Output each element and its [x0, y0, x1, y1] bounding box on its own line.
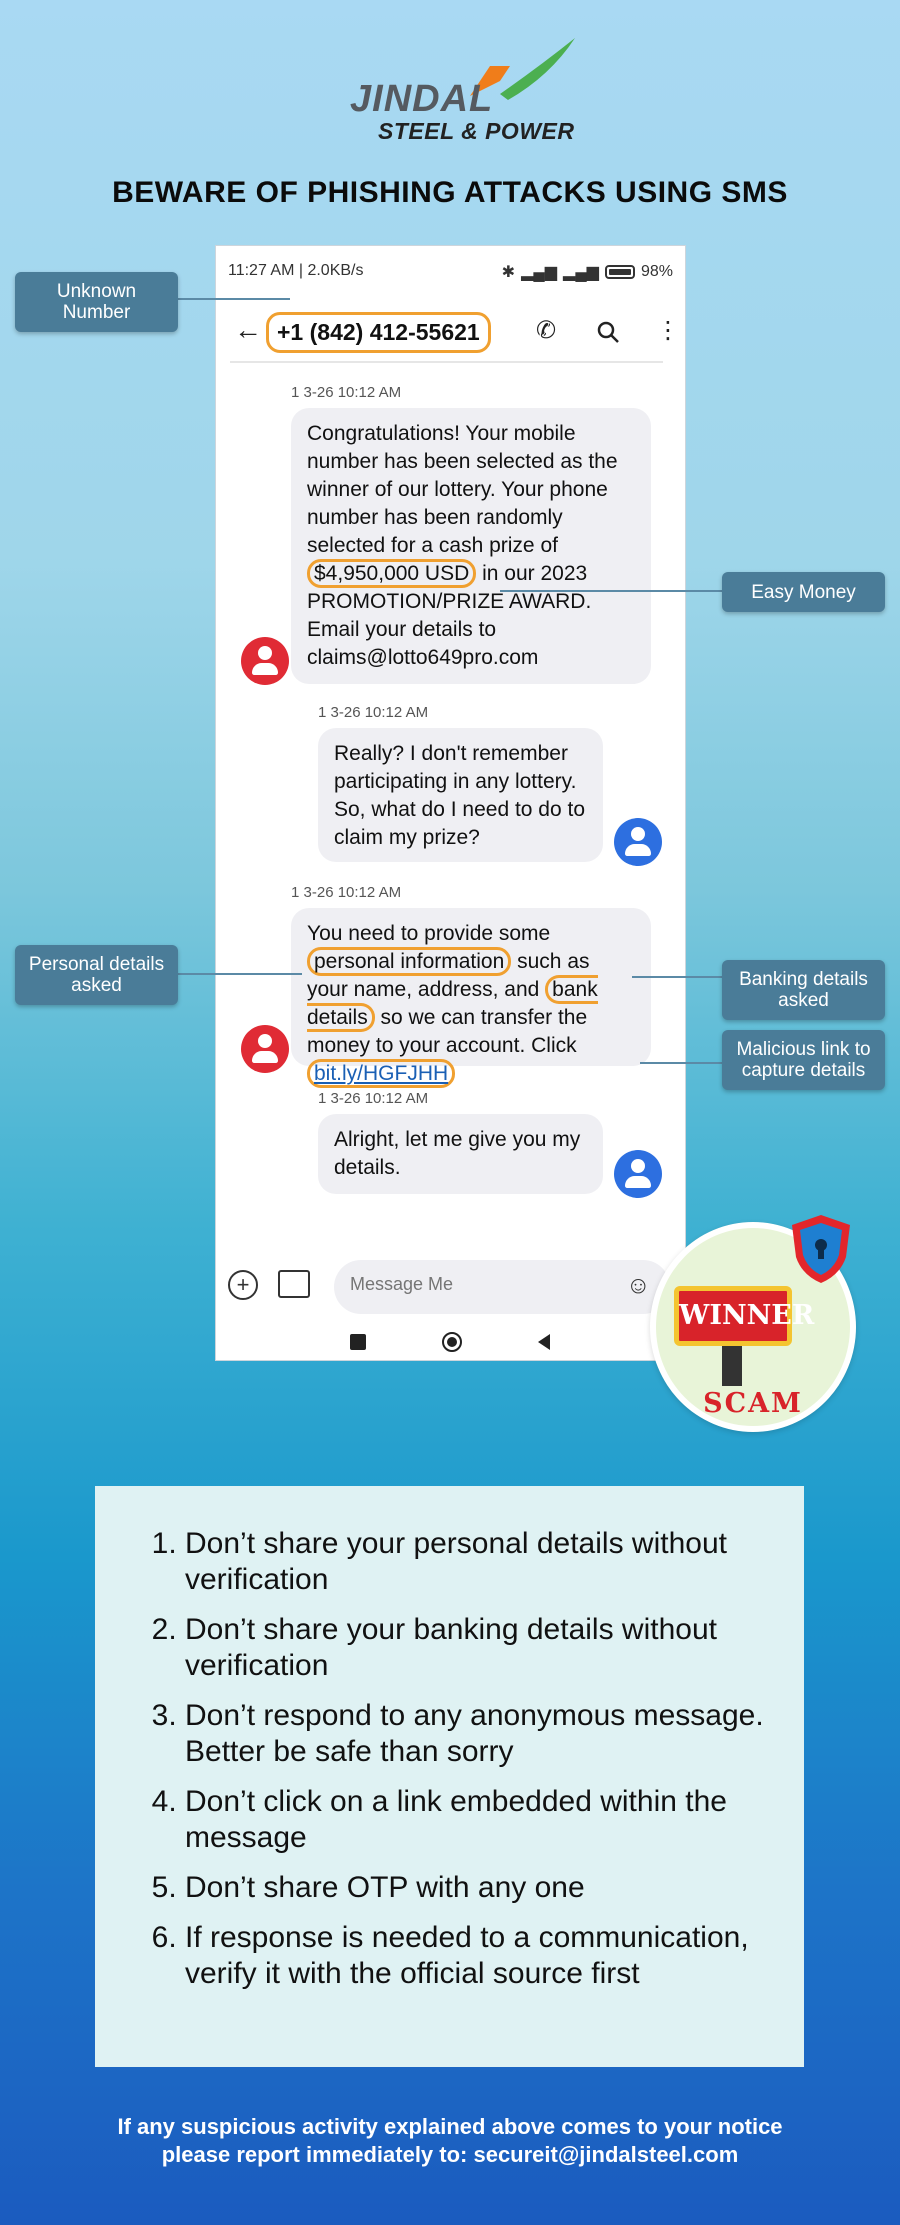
- call-icon[interactable]: ✆: [536, 316, 556, 345]
- jindal-logo: JINDAL STEEL & POWER: [340, 36, 580, 144]
- message-composer: + ☺ 🎤︎: [216, 1256, 688, 1316]
- status-time: 11:27 AM | 2.0KB/s: [228, 262, 364, 279]
- callout-unknown-number: Unknown Number: [15, 272, 178, 332]
- tip-item: Don’t share your banking details without…: [185, 1612, 765, 1684]
- logo-jindal-text: JINDAL: [350, 78, 494, 120]
- safety-tips-list: Don’t share your personal details withou…: [145, 1526, 765, 2006]
- back-nav-icon[interactable]: [538, 1334, 550, 1350]
- home-icon[interactable]: [442, 1332, 462, 1352]
- emoji-icon[interactable]: ☺: [626, 1272, 651, 1300]
- battery-level: 98%: [640, 263, 673, 280]
- footer-line-2: please report immediately to: secureit@j…: [161, 2142, 739, 2167]
- prize-amount-highlight: $4,950,000 USD: [307, 559, 477, 588]
- recent-apps-icon[interactable]: [350, 1334, 366, 1350]
- callout-personal-details: Personal details asked: [15, 945, 178, 1005]
- sender-avatar: [241, 1025, 289, 1073]
- message-timestamp: 1 3-26 10:12 AM: [318, 704, 429, 721]
- winner-sign: WINNER: [674, 1286, 814, 1346]
- footer-line-1: If any suspicious activity explained abo…: [117, 2114, 783, 2139]
- more-options-icon[interactable]: ⋮: [656, 316, 680, 345]
- scam-label: SCAM: [703, 1388, 803, 1419]
- incoming-message-bubble: Congratulations! Your mobile number has …: [291, 408, 651, 684]
- sender-avatar: [241, 637, 289, 685]
- back-arrow-icon[interactable]: ←: [234, 314, 262, 346]
- safety-tips-panel: Don’t share your personal details withou…: [95, 1486, 804, 2067]
- outgoing-message-bubble: Alright, let me give you my details.: [318, 1114, 603, 1194]
- report-footer: If any suspicious activity explained abo…: [0, 2113, 900, 2169]
- callout-connector: [500, 590, 722, 592]
- tip-item: Don’t share OTP with any one: [185, 1870, 765, 1906]
- message-text: Alright, let me give you my details.: [334, 1128, 581, 1179]
- signal-icon: ▂▄▆: [521, 264, 558, 281]
- message-timestamp: 1 3-26 10:12 AM: [291, 884, 402, 901]
- add-attachment-icon[interactable]: +: [228, 1270, 258, 1300]
- search-icon[interactable]: [596, 320, 620, 344]
- conversation-toolbar: ← +1 (842) 412-55621 ✆ ⋮: [216, 306, 685, 356]
- winner-sign-stand: [722, 1346, 742, 1386]
- signal-icon-2: ▂▄▆: [563, 264, 599, 281]
- outgoing-message-bubble: Really? I don't remember participating i…: [318, 728, 603, 862]
- bluetooth-icon: ✱: [501, 264, 516, 281]
- user-avatar: [614, 818, 662, 866]
- tip-item: Don’t share your personal details withou…: [185, 1526, 765, 1598]
- message-text: Congratulations! Your mobile number has …: [307, 422, 618, 557]
- message-timestamp: 1 3-26 10:12 AM: [291, 384, 402, 401]
- tip-item: Don’t click on a link embedded within th…: [185, 1784, 765, 1856]
- callout-easy-money: Easy Money: [722, 572, 885, 612]
- callout-banking-details: Banking details asked: [722, 960, 885, 1020]
- callout-malicious-link: Malicious link to capture details: [722, 1030, 885, 1090]
- toolbar-divider: [230, 361, 663, 363]
- contact-number: +1 (842) 412-55621: [266, 312, 491, 353]
- message-input[interactable]: [350, 1274, 580, 1295]
- message-timestamp: 1 3-26 10:12 AM: [318, 1090, 429, 1107]
- callout-connector: [640, 1062, 722, 1064]
- page-title: BEWARE OF PHISHING ATTACKS USING SMS: [112, 176, 788, 209]
- personal-information-highlight: personal information: [307, 947, 512, 976]
- callout-connector: [178, 298, 290, 300]
- logo-steel-power-text: STEEL & POWER: [378, 118, 575, 144]
- callout-connector: [632, 976, 722, 978]
- tip-item: Don’t respond to any anonymous message. …: [185, 1698, 765, 1770]
- phone-screen: 11:27 AM | 2.0KB/s ✱ ▂▄▆ ▂▄▆ 98% ← +1 (8…: [215, 245, 688, 1361]
- battery-icon: [604, 265, 635, 279]
- status-icons: ✱ ▂▄▆ ▂▄▆ 98%: [502, 262, 673, 282]
- user-avatar: [614, 1150, 662, 1198]
- tip-item: If response is needed to a communication…: [185, 1920, 765, 1992]
- status-bar: 11:27 AM | 2.0KB/s ✱ ▂▄▆ ▂▄▆ 98%: [216, 246, 685, 298]
- shield-lock-icon: [792, 1215, 850, 1283]
- message-text: You need to provide some: [307, 922, 551, 945]
- message-field[interactable]: ☺ 🎤︎: [334, 1260, 688, 1314]
- callout-connector: [178, 973, 302, 975]
- message-text: Really? I don't remember participating i…: [334, 742, 586, 849]
- android-nav-bar: [216, 1326, 685, 1356]
- malicious-link[interactable]: bit.ly/HGFJHH: [307, 1059, 456, 1088]
- gallery-icon[interactable]: [278, 1270, 310, 1298]
- incoming-message-bubble: You need to provide some personal inform…: [291, 908, 651, 1088]
